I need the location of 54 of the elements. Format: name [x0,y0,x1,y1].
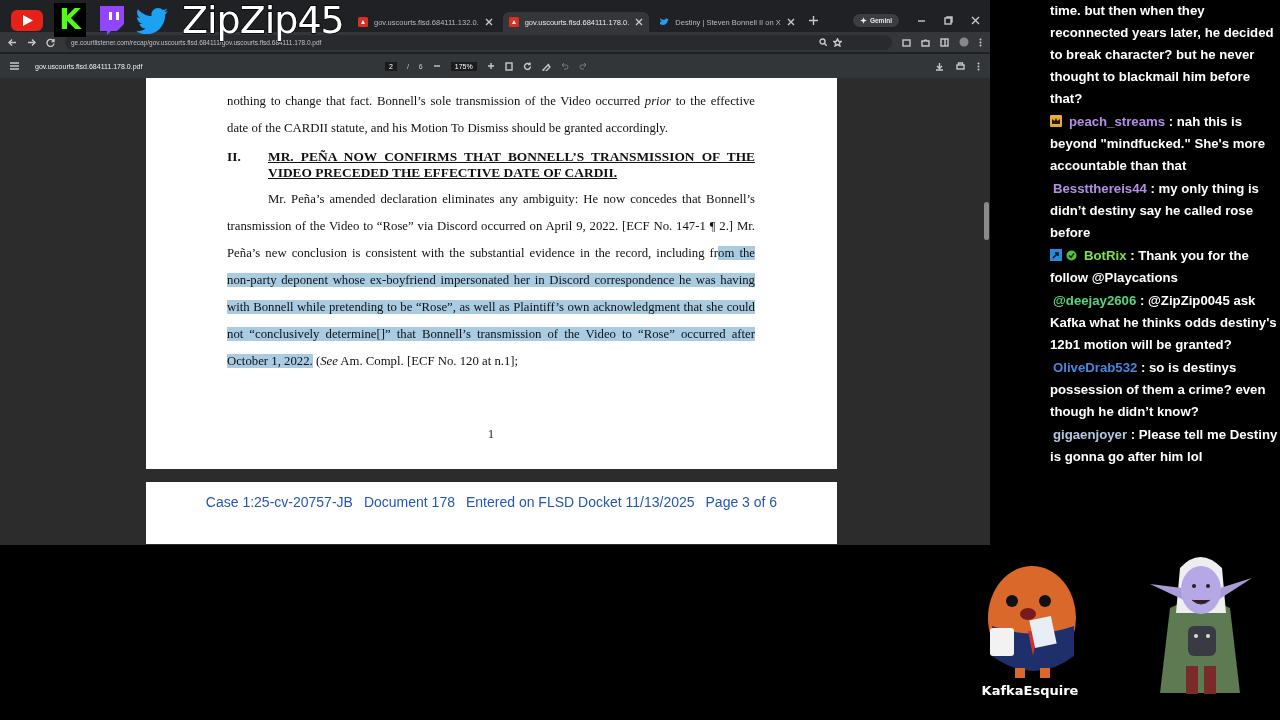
zoom-out-icon[interactable] [432,62,441,70]
close-icon[interactable] [786,18,795,26]
chat-message: Besstthereis44 : my only thing is didn’t destiny say he called rose before [1050,180,1260,242]
reload-icon[interactable] [46,37,55,47]
profile-avatar-icon[interactable] [959,37,969,47]
chat-message: time. but then when they reconnected years later, he decided to break character? but he never thought to blackmail him before that? [1050,2,1275,108]
rotate-icon[interactable] [522,61,532,71]
close-icon[interactable] [971,15,980,25]
chat-message: BotRix : Thank you for the follow @Playcations [1050,247,1250,287]
zoom-in-icon[interactable] [486,62,495,70]
section-number: II. [227,149,242,166]
mascot-name: KafkaEsquire [981,683,1079,698]
document-icon [508,17,519,27]
chat-message: OliveDrab532 : so is destinys possession of them a crime? even though he didn’t know? [1050,359,1267,421]
more-icon[interactable] [979,37,982,47]
chat-message: gigaenjoyer : Please tell me Destiny is gonna go after him lol [1050,426,1278,466]
maximize-icon[interactable] [944,15,953,25]
sparkle-icon [859,16,867,24]
document-paragraph: Mr. Peña’s amended declaration eliminates any ambiguity: He now concedes that Bonnell’s transmission of the Video to “Rose” via Discord occurred on April 9, 2022. [ECF No. 147-1 ¶ 2.] Mr. Peña’s new conclusion is consistent with the substantial evidence in the record, including from the non-party deponent whose ex-boyfriend impersonated her in Discord correspondence he was having with Bonnell while pretending to be “Rose”, as well as Plaintiff’s own acknowledgment that she could not “conclusively determine[]” that Bonnell’s transmission of the Video to “Rose” occurred after October 1, 2022. (See Am. Compl. [ECF No. 120 at n.1]; [227,191,755,370]
docket-header-text: Page 3 of 6 [705,494,778,512]
document-icon [358,17,368,27]
menu-icon[interactable] [10,62,19,70]
bot-badge-icon [1050,249,1062,261]
print-icon[interactable] [956,61,965,71]
document-paragraph: nothing to change that fact. Bonnell’s sole transmission of the Video occurred prior to the effective date of the CARDII statute, and his Motion To Dismiss should be granted accordingly. [227,93,755,137]
star-icon[interactable] [833,37,842,47]
scrollbar-thumb[interactable] [984,202,989,240]
docket-header-text: Case 1:25-cv-20757-JB [205,494,353,512]
zoom-icon[interactable] [819,38,827,46]
more-icon[interactable] [977,61,980,71]
chat-message: @deejay2606 : @ZipZip0045 ask Kafka what he thinks odds destiny's 12b1 motion will be granted? [1050,292,1278,354]
redo-icon[interactable] [578,62,587,70]
back-icon[interactable] [8,37,17,47]
chat-message: peach_streams : nah this is beyond "mindfucked." She's more accountable than that [1050,113,1266,175]
bird-logo-icon [136,6,170,34]
forward-icon[interactable] [27,37,36,47]
docket-header-text: Document 178 [363,494,455,512]
side-panel-icon[interactable] [940,37,949,47]
fit-page-icon[interactable] [504,61,513,71]
extension-icon[interactable] [902,37,911,47]
docket-header-text: Entered on FLSD Docket 11/13/2025 [465,494,695,512]
page-number: 1 [487,427,495,442]
new-tab-icon[interactable] [808,15,818,25]
section-heading: MR. PEÑA NOW CONFIRMS THAT BONNELL’S TRANSMISSION OF THE VIDEO PRECEDED THE EFFECTIVE DATE OF CARDII. [268,149,755,181]
bird-icon [659,17,670,27]
download-icon[interactable] [935,61,944,71]
undo-icon[interactable] [560,62,569,70]
close-icon[interactable] [635,18,644,26]
crown-badge-icon [1050,115,1062,127]
kick-logo: K [54,3,86,37]
annotate-icon[interactable] [541,61,551,71]
video-play-logo-icon [10,7,44,33]
check-circle-icon [1066,250,1077,261]
close-icon[interactable] [484,18,493,26]
